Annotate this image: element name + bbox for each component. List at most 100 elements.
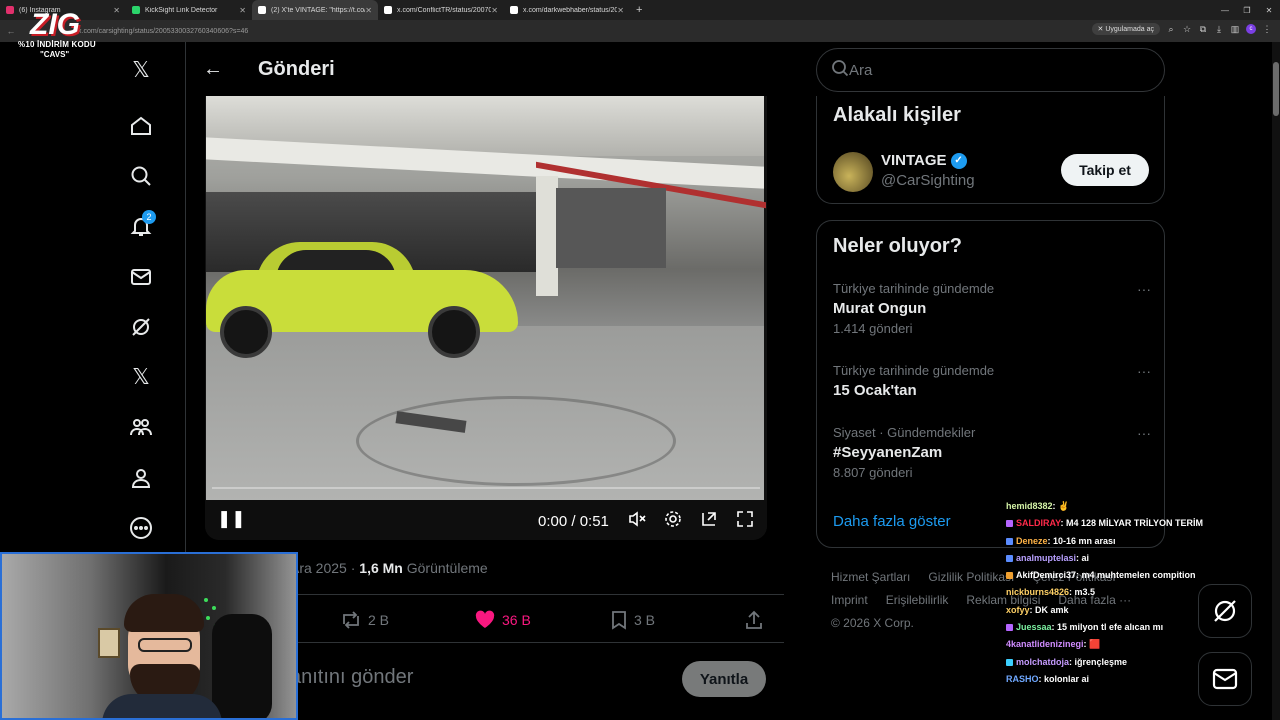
chat-text: : M4 128 MİLYAR TRİLYON TERİM: [1060, 518, 1204, 529]
mail-icon[interactable]: [127, 263, 155, 291]
video-scene-pillar: [536, 176, 558, 296]
video-controls: ❚❚ 0:00 / 0:51: [205, 500, 767, 540]
car-wheel: [220, 306, 272, 358]
search-icon[interactable]: [127, 162, 155, 190]
show-more-link[interactable]: Daha fazla göster: [833, 513, 951, 530]
video-progress-bar[interactable]: [212, 487, 760, 489]
chat-user: nickburns4826: [1006, 587, 1070, 598]
share-button[interactable]: [744, 608, 764, 632]
like-button[interactable]: 36 B: [474, 608, 531, 632]
new-tab-button[interactable]: +: [636, 4, 642, 16]
chat-user: molchatdoja: [1016, 656, 1070, 667]
zoom-icon[interactable]: ⌕: [1166, 24, 1176, 34]
close-icon[interactable]: ✕: [113, 6, 120, 15]
close-icon[interactable]: ✕: [239, 6, 246, 15]
open-in-app-button[interactable]: ✕ Uygulamada aç: [1091, 23, 1160, 35]
webcam-hair: [124, 594, 204, 632]
more-icon[interactable]: [127, 514, 155, 542]
bookmark-count: 3 B: [634, 612, 656, 628]
chat-text: : iğrençleşme: [1069, 656, 1128, 667]
communities-icon[interactable]: [127, 413, 155, 441]
reply-input[interactable]: anıtını gönder: [290, 666, 413, 689]
x-logo-icon[interactable]: 𝕏: [127, 56, 155, 84]
imprint-link[interactable]: Imprint: [831, 593, 868, 607]
back-icon[interactable]: ←: [4, 26, 18, 36]
chat-message: Deneze: 10-16 mn arası: [1006, 533, 1280, 550]
more-options-icon[interactable]: ···: [1137, 363, 1151, 379]
trend-name: #SeyyanenZam: [833, 444, 943, 461]
trend-context: Türkiye tarihinde gündemde: [833, 363, 995, 378]
settings-icon[interactable]: [663, 509, 683, 534]
more-options-icon[interactable]: ···: [1137, 425, 1151, 441]
page-scrollbar[interactable]: [1272, 42, 1280, 720]
webcam-picture-frame: [98, 628, 120, 658]
open-in-app-label: Uygulamada aç: [1105, 26, 1154, 33]
avatar[interactable]: [833, 152, 873, 192]
chat-text: : 🟥: [1083, 639, 1101, 650]
chat-user: Juessaa: [1016, 622, 1052, 633]
privacy-link[interactable]: Gizlilik Politikası: [928, 570, 1014, 584]
chat-text: : DK amk: [1029, 604, 1069, 615]
scrollbar-thumb[interactable]: [1273, 62, 1279, 116]
follow-button[interactable]: Takip et: [1061, 154, 1149, 186]
trend-item[interactable]: Türkiye tarihinde gündemde 15 Ocak'tan ·…: [833, 363, 1153, 399]
window-controls: — ❐ ✕: [1214, 0, 1280, 20]
profile-avatar[interactable]: c: [1246, 24, 1256, 34]
url-field[interactable]: x.com/carsighting/status/200533003276034…: [78, 28, 248, 35]
chat-text: : kolonlar ai: [1038, 673, 1090, 684]
tab-label: x.com/ConflictTR/status/20070...: [397, 6, 492, 14]
terms-link[interactable]: Hizmet Şartları: [831, 570, 910, 584]
user-name[interactable]: VINTAGE ✓: [881, 152, 967, 169]
car-wheel: [428, 306, 480, 358]
video-player[interactable]: ❚❚ 0:00 / 0:51: [205, 96, 767, 540]
chat-message: hemid8382: ✌: [1006, 498, 1280, 515]
download-icon[interactable]: ⤓: [1214, 24, 1224, 34]
post-date: Ara 2025: [290, 560, 347, 576]
extensions-icon[interactable]: ⧉: [1198, 24, 1208, 34]
fullscreen-icon[interactable]: [735, 509, 755, 534]
menu-icon[interactable]: ⋮: [1262, 24, 1272, 34]
close-icon[interactable]: ✕: [617, 6, 624, 15]
tab-darkwebhaber[interactable]: x.com/darkwebhaber/status/20... ✕: [504, 0, 630, 20]
maximize-button[interactable]: ❐: [1236, 6, 1258, 15]
user-handle[interactable]: @CarSighting: [881, 172, 975, 189]
grok-floating-button[interactable]: [1198, 584, 1252, 638]
arrow-left-icon[interactable]: ←: [203, 58, 223, 81]
x-premium-icon[interactable]: 𝕏: [127, 363, 155, 391]
streamer-webcam: [0, 552, 298, 720]
profile-icon[interactable]: [127, 464, 155, 492]
home-icon[interactable]: [127, 112, 155, 140]
bookmark-button[interactable]: 3 B: [610, 608, 655, 632]
split-icon[interactable]: ▥: [1230, 24, 1240, 34]
close-icon[interactable]: ✕: [365, 6, 372, 15]
reply-button[interactable]: Yanıtla: [682, 661, 766, 697]
card-title: Neler oluyor?: [833, 235, 962, 257]
chat-user: 4kanatlidenizinegi: [1006, 639, 1084, 650]
close-icon[interactable]: ✕: [491, 6, 498, 15]
pause-icon[interactable]: ❚❚: [217, 509, 246, 529]
accessibility-link[interactable]: Erişilebilirlik: [886, 593, 949, 607]
tab-x-vintage[interactable]: (2) X'te VINTAGE: "https://t.co/... ✕: [252, 0, 378, 20]
messages-floating-button[interactable]: [1198, 652, 1252, 706]
tab-label: KickSight Link Detector: [145, 6, 218, 14]
pip-icon[interactable]: [699, 509, 719, 534]
tab-conflicttr[interactable]: x.com/ConflictTR/status/20070... ✕: [378, 0, 504, 20]
close-window-button[interactable]: ✕: [1258, 6, 1280, 15]
webcam-chair: [212, 614, 272, 718]
sub-badge-icon: [1006, 572, 1013, 580]
search-input[interactable]: Ara: [816, 48, 1165, 92]
repost-button[interactable]: 2 B: [340, 608, 389, 632]
grok-icon[interactable]: [127, 313, 155, 341]
tab-kicksight[interactable]: KickSight Link Detector ✕: [126, 0, 252, 20]
minimize-button[interactable]: —: [1214, 6, 1236, 15]
x-logo-icon: [510, 6, 518, 14]
video-frame: [206, 96, 766, 508]
mute-icon[interactable]: [627, 509, 647, 534]
trend-item[interactable]: Siyaset · Gündemdekiler #SeyyanenZam 8.8…: [833, 425, 1153, 480]
sub-badge-icon: [1006, 537, 1013, 545]
trend-item[interactable]: Türkiye tarihinde gündemde Murat Ongun 1…: [833, 281, 1153, 336]
tab-label: (2) X'te VINTAGE: "https://t.co/...: [271, 6, 366, 14]
star-icon[interactable]: ☆: [1182, 24, 1192, 34]
more-options-icon[interactable]: ···: [1137, 281, 1151, 297]
repost-count: 2 B: [368, 612, 390, 628]
